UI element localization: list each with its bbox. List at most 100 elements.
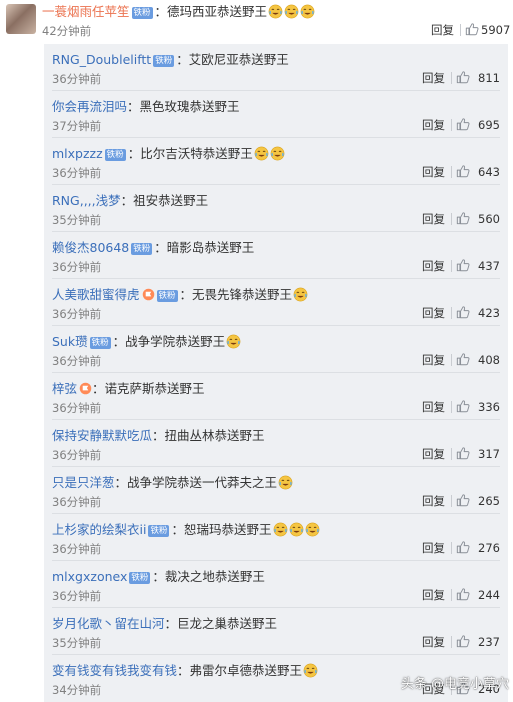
reply-username[interactable]: 变有钱变有钱我变有钱 [52, 663, 177, 678]
reply-button[interactable]: 回复 [422, 352, 445, 368]
reply-line: RNG_Doubleliftt 铁粉 ：艾欧尼亚恭送野王 [52, 52, 289, 67]
crying-laugh-emoji-icon [303, 663, 318, 678]
reply-username[interactable]: RNG_Doubleliftt [52, 52, 151, 67]
reply-line: 变有钱变有钱我变有钱：弗雷尔卓德恭送野王 [52, 662, 318, 679]
reply-line: mlxgxzonex 铁粉 ：裁决之地恭送野王 [52, 569, 265, 584]
reply-username[interactable]: RNG,,,,浅梦 [52, 193, 121, 208]
thumbs-up-icon[interactable] [456, 305, 470, 319]
thumbs-up-icon[interactable] [456, 634, 470, 648]
reply-text: 黑色玫瑰恭送野王 [139, 99, 240, 114]
reply-button[interactable]: 回复 [422, 211, 445, 227]
divider [451, 213, 452, 225]
emoji-group [267, 4, 315, 19]
like-count: 265 [478, 494, 500, 508]
crying-laugh-emoji-icon [278, 475, 293, 490]
reply-text: 比尔吉沃特恭送野王 [140, 146, 253, 161]
fan-badge: 铁粉 [89, 337, 111, 349]
thumbs-up-icon[interactable] [456, 587, 470, 601]
divider [451, 448, 452, 460]
reply-username[interactable]: mlxgxzonex [52, 569, 127, 584]
thumbs-up-icon[interactable] [465, 22, 479, 36]
reply-time: 36分钟前 [52, 166, 102, 180]
reply-actions: 回复 336 [380, 399, 500, 415]
like-count: 317 [478, 447, 500, 461]
reply-item: 上杉家的绘梨衣ii 铁粉 ：恕瑞玛恭送野王 36分钟前 回复 276 [44, 514, 508, 561]
reply-username[interactable]: 人美歌甜蜜得虎 [52, 287, 140, 302]
like-count: 5907 [481, 23, 511, 37]
reply-username[interactable]: Suk瓒 [52, 334, 88, 349]
fan-badge: 铁粉 [156, 290, 178, 302]
reply-item: 人美歌甜蜜得虎 铁粉 ：无畏先锋恭送野王 36分钟前 回复 423 [44, 279, 508, 326]
reply-button[interactable]: 回复 [422, 164, 445, 180]
reply-text: 诺克萨斯恭送野王 [104, 381, 205, 396]
reply-button[interactable]: 回复 [422, 399, 445, 415]
reply-username[interactable]: 梓弦 [52, 381, 77, 396]
reply-line: 赖俊杰80648 铁粉 ：暗影岛恭送野王 [52, 240, 255, 255]
reply-actions: 回复 408 [380, 352, 500, 368]
reply-text: 弗雷尔卓德恭送野王 [189, 663, 303, 678]
reply-line: RNG,,,,浅梦：祖安恭送野王 [52, 193, 209, 208]
reply-text: 无畏先锋恭送野王 [192, 287, 293, 302]
divider [460, 24, 461, 36]
reply-item: RNG_Doubleliftt 铁粉 ：艾欧尼亚恭送野王 36分钟前 回复 811 [44, 44, 508, 91]
reply-item: 梓弦 ：诺克萨斯恭送野王 36分钟前 回复 336 [44, 373, 508, 420]
reply-actions: 回复 317 [380, 446, 500, 462]
reply-line: 上杉家的绘梨衣ii 铁粉 ：恕瑞玛恭送野王 [52, 521, 320, 538]
thumbs-up-icon[interactable] [456, 540, 470, 554]
crying-laugh-emoji-icon [284, 4, 299, 19]
reply-actions: 回复 237 [380, 634, 500, 650]
thumbs-up-icon[interactable] [456, 117, 470, 131]
reply-username[interactable]: mlxpzzz [52, 146, 103, 161]
main-comment-line: 一蓑烟雨任苹笙 铁粉 ：德玛西亚恭送野王 [42, 3, 315, 20]
fan-badge: 铁粉 [153, 55, 175, 67]
main-comment: 一蓑烟雨任苹笙 铁粉 ：德玛西亚恭送野王 42分钟前 回复 5907 [0, 0, 513, 42]
reply-button[interactable]: 回复 [422, 305, 445, 321]
like-count: 276 [478, 541, 500, 555]
reply-button[interactable]: 回复 [422, 446, 445, 462]
reply-actions: 回复 276 [380, 540, 500, 556]
like-count: 336 [478, 400, 500, 414]
reply-time: 36分钟前 [52, 72, 102, 86]
reply-time: 37分钟前 [52, 119, 102, 133]
medal-flag-icon [142, 288, 154, 301]
thumbs-up-icon[interactable] [456, 352, 470, 366]
reply-actions: 回复 560 [380, 211, 500, 227]
reply-time: 36分钟前 [52, 260, 102, 274]
reply-username[interactable]: 岁月化歌丶留在山河 [52, 616, 165, 631]
thumbs-up-icon[interactable] [456, 258, 470, 272]
reply-username[interactable]: 只是只洋葱 [52, 475, 115, 490]
thumbs-up-icon[interactable] [456, 211, 470, 225]
reply-username[interactable]: 保持安静默默吃瓜 [52, 428, 152, 443]
reply-button[interactable]: 回复 [422, 540, 445, 556]
reply-button[interactable]: 回复 [422, 258, 445, 274]
thumbs-up-icon[interactable] [456, 399, 470, 413]
fan-badge: 铁粉 [131, 243, 153, 255]
reply-button[interactable]: 回复 [422, 493, 445, 509]
reply-time: 35分钟前 [52, 636, 102, 650]
reply-button[interactable]: 回复 [431, 22, 454, 38]
reply-username[interactable]: 赖俊杰80648 [52, 240, 129, 255]
watermark: 头条 @电竞小草穴 [400, 677, 509, 692]
thumbs-up-icon[interactable] [456, 164, 470, 178]
main-comment-username[interactable]: 一蓑烟雨任苹笙 [42, 4, 130, 19]
reply-actions: 回复 811 [380, 70, 500, 86]
like-count: 423 [478, 306, 500, 320]
divider [451, 495, 452, 507]
reply-username[interactable]: 上杉家的绘梨衣ii [52, 522, 146, 537]
reply-username[interactable]: 你会再流泪吗 [52, 99, 127, 114]
reply-text: 祖安恭送野王 [133, 193, 209, 208]
reply-text: 恕瑞玛恭送野王 [183, 522, 272, 537]
avatar[interactable] [6, 4, 36, 34]
thumbs-up-icon[interactable] [456, 493, 470, 507]
reply-time: 36分钟前 [52, 495, 102, 509]
reply-line: mlxpzzz 铁粉 ：比尔吉沃特恭送野王 [52, 145, 285, 162]
reply-button[interactable]: 回复 [422, 117, 445, 133]
reply-button[interactable]: 回复 [422, 634, 445, 650]
divider [451, 260, 452, 272]
thumbs-up-icon[interactable] [456, 70, 470, 84]
divider [451, 72, 452, 84]
crying-laugh-emoji-icon [254, 146, 269, 161]
reply-button[interactable]: 回复 [422, 587, 445, 603]
reply-button[interactable]: 回复 [422, 70, 445, 86]
thumbs-up-icon[interactable] [456, 446, 470, 460]
